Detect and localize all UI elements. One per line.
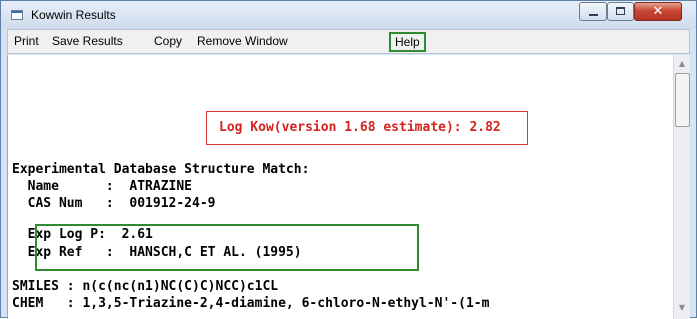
maximize-icon bbox=[616, 7, 625, 15]
menu-remove-window[interactable]: Remove Window bbox=[197, 34, 288, 48]
vertical-scrollbar[interactable]: ▲ ▼ bbox=[673, 55, 690, 319]
title-bar[interactable]: Kowwin Results ✕ bbox=[1, 1, 696, 29]
menu-copy[interactable]: Copy bbox=[154, 34, 182, 48]
window-title: Kowwin Results bbox=[31, 8, 116, 22]
maximize-button[interactable] bbox=[607, 2, 634, 21]
minimize-icon bbox=[589, 14, 598, 16]
scroll-up-icon[interactable]: ▲ bbox=[675, 57, 689, 71]
menu-save-results[interactable]: Save Results bbox=[52, 34, 123, 48]
smiles-line: SMILES : n(c(nc(n1)NC(C)C)NCC)c1CL bbox=[12, 279, 279, 294]
scroll-thumb[interactable] bbox=[675, 73, 690, 127]
log-kow-result-box: Log Kow(version 1.68 estimate): 2.82 bbox=[206, 111, 528, 145]
scroll-down-icon[interactable]: ▼ bbox=[675, 301, 689, 315]
menu-help[interactable]: Help bbox=[389, 32, 426, 52]
experimental-values-highlight bbox=[35, 224, 419, 271]
cas-line: CAS Num : 001912-24-9 bbox=[12, 196, 216, 211]
menu-print[interactable]: Print bbox=[14, 34, 39, 48]
name-line: Name : ATRAZINE bbox=[12, 179, 193, 194]
log-kow-estimate: Log Kow(version 1.68 estimate): 2.82 bbox=[219, 120, 501, 135]
chem-line: CHEM : 1,3,5-Triazine-2,4-diamine, 6-chl… bbox=[12, 296, 490, 311]
close-button[interactable]: ✕ bbox=[634, 2, 682, 21]
close-icon: ✕ bbox=[652, 4, 664, 19]
match-header: Experimental Database Structure Match: bbox=[12, 162, 310, 177]
kowwin-results-window: Kowwin Results ✕ Print Save Results Copy… bbox=[0, 0, 697, 319]
menu-bar: Print Save Results Copy Remove Window He… bbox=[7, 29, 690, 54]
results-text-area[interactable]: Log Kow(version 1.68 estimate): 2.82 Exp… bbox=[7, 55, 690, 319]
minimize-button[interactable] bbox=[579, 2, 607, 21]
app-icon bbox=[11, 10, 23, 20]
